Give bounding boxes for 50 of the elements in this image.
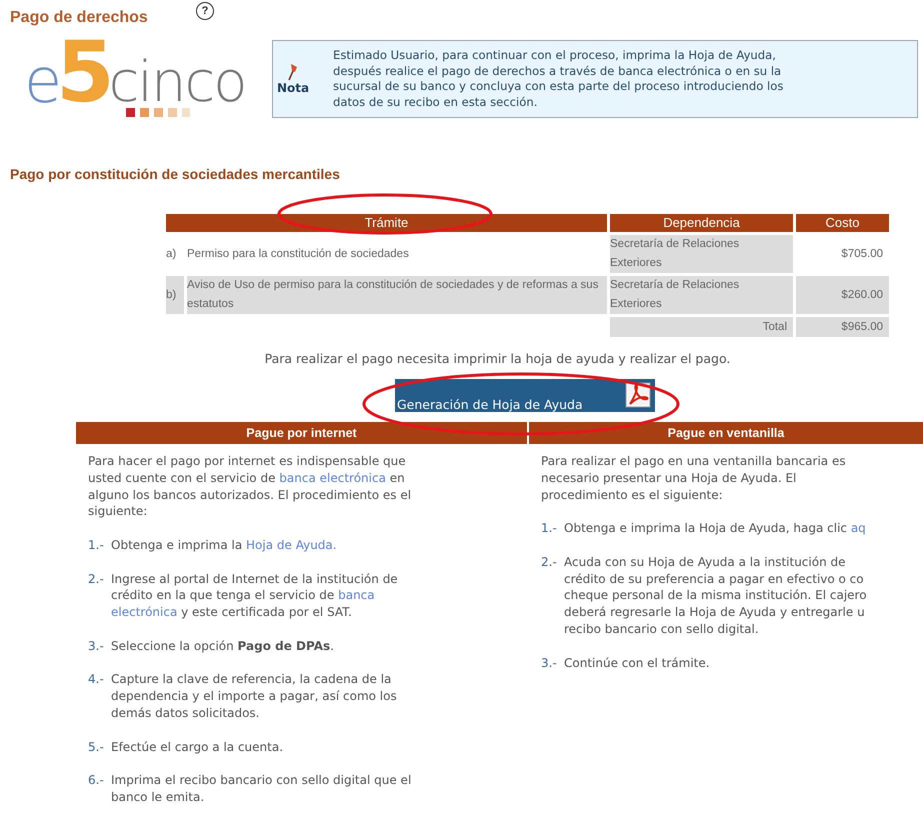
link[interactable]: banca: [338, 588, 375, 602]
color-squares-icon: [126, 108, 190, 117]
step-text: Ingrese al portal de Internet de la institución de crédito en la que tenga el servicio de banca electrónica y este certificada por el SAT.: [111, 570, 398, 621]
link[interactable]: electrónica: [111, 605, 178, 620]
intro-paragraph: Para hacer el pago por internet es indispensable que usted cuente con el servicio de banca electrónica en alguno los bancos autorizados. El procedimiento es el siguiente:: [88, 453, 412, 520]
step-number: 4.-: [88, 671, 105, 688]
step-text: Seleccione la opción Pago de DPAs.: [111, 638, 334, 655]
table-cell: Secretaría de Relaciones Exteriores: [610, 276, 793, 314]
note-label: Nota: [276, 81, 310, 95]
step-number: 3.-: [541, 654, 558, 672]
step-number: 2.-: [88, 570, 105, 588]
instruction-text: Para realizar el pago necesita imprimir la hoja de ayuda y realizar el pago.: [264, 351, 732, 368]
table-cell: Secretaría de Relaciones Exteriores: [610, 235, 793, 273]
column-header: Pague por internet: [76, 422, 527, 444]
step-text: Efectúe el cargo a la cuenta.: [111, 738, 284, 756]
step-number: 1.-: [88, 536, 105, 554]
row-letter: b): [166, 276, 184, 314]
step-number: 5.-: [88, 738, 105, 756]
step-text: Imprima el recibo bancario con sello digital que el banco le emita.: [111, 772, 412, 806]
step-text: Obtenga e imprima la Hoja de Ayuda.: [111, 536, 337, 554]
intro-paragraph: Para realizar el pago en una ventanilla bancaria es necesario presentar una Hoja de Ayuda. El procedimiento es el siguiente:: [541, 453, 847, 504]
help-sheet-button[interactable]: Generación de Hoja de Ayuda: [395, 379, 655, 412]
table-cell: $260.00: [796, 276, 889, 314]
table-cell-text: $705.00: [840, 246, 884, 262]
row-letter: a): [166, 246, 178, 262]
pushpin-icon: [287, 63, 299, 81]
step-text: Acuda con su Hoja de Ayuda a la institución de crédito de su preferencia a pagar en efectivo o co cheque personal de la misma institución. El cajero deberá regresarle la Hoja de Ayuda y entregarle u recibo bancario con sello digital.: [564, 554, 867, 638]
pdf-icon: [625, 382, 651, 408]
column-header: Costo: [796, 214, 889, 232]
step-number: 6.-: [88, 772, 105, 790]
step-number: 3.-: [88, 638, 105, 655]
page-title: Pago de derechos: [10, 9, 149, 27]
table-cell-text: Permiso para la constitución de sociedades: [187, 246, 410, 262]
section-title: Pago por constitución de sociedades mercantiles: [10, 166, 341, 184]
link[interactable]: aq: [850, 521, 866, 536]
column-header: Pague en ventanilla: [529, 422, 923, 444]
link[interactable]: Hoja de Ayuda.: [246, 538, 337, 552]
step-number: 2.-: [541, 554, 558, 571]
total-label: Total: [610, 317, 793, 337]
note-text: Estimado Usuario, para continuar con el proceso, imprima la Hoja de Ayuda, después realice el pago de derechos a través de banca electrónica o en su la sucursal de su banco y concluya con esta parte del proceso introduciendo los datos de su recibo en esta sección.: [333, 48, 784, 110]
step-text: Capture la clave de referencia, la cadena de la dependencia y el importe a pagar, así como los demás datos solicitados.: [111, 671, 397, 722]
help-button[interactable]: ?: [196, 2, 214, 20]
link[interactable]: banca electrónica: [279, 470, 386, 485]
column-header: Dependencia: [610, 214, 793, 232]
logo-text: e: [24, 58, 62, 104]
total-value: $965.00: [796, 317, 889, 337]
step-number: 1.-: [541, 520, 558, 537]
step-text: Continúe con el trámite.: [564, 654, 710, 672]
table-cell: Aviso de Uso de permiso para la constitución de sociedades y de reformas a sus estatutos: [187, 276, 607, 314]
step-text: Obtenga e imprima la Hoja de Ayuda, haga clic aq: [564, 520, 866, 537]
